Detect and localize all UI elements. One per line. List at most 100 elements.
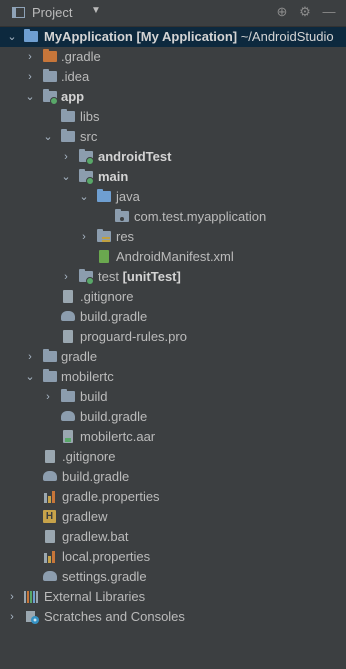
tree-item-external-libraries[interactable]: › External Libraries xyxy=(0,587,346,607)
tree-item-label: build.gradle xyxy=(62,469,130,484)
tree-item-mobilertc-aar[interactable]: mobilertc.aar xyxy=(0,427,346,447)
library-icon xyxy=(24,590,38,603)
package-dot-icon xyxy=(120,217,124,221)
gradle-icon xyxy=(43,471,57,481)
tree-item-label: res xyxy=(116,229,135,244)
tree-item-label: .idea xyxy=(61,69,90,84)
tree-item-androidtest[interactable]: › androidTest xyxy=(0,147,346,167)
resources-icon xyxy=(102,237,110,247)
tree-item-label: .gitignore xyxy=(80,289,134,304)
tree-item-label: androidTest xyxy=(98,149,172,164)
tree-item-manifest[interactable]: AndroidManifest.xml xyxy=(0,247,346,267)
tree-item-label: Scratches and Consoles xyxy=(44,609,185,624)
properties-file-icon xyxy=(44,491,56,503)
source-folder-icon xyxy=(97,189,111,202)
tree-item-res[interactable]: › res xyxy=(0,227,346,247)
tree-item-app-gitignore[interactable]: .gitignore xyxy=(0,287,346,307)
chevron-down-icon[interactable]: ⌄ xyxy=(78,187,90,207)
tree-item-gradle-properties[interactable]: gradle.properties xyxy=(0,487,346,507)
source-set-badge-icon xyxy=(86,157,94,165)
tree-item-test[interactable]: › test [unitTest] xyxy=(0,267,346,287)
folder-icon xyxy=(43,349,57,362)
chevron-right-icon[interactable]: › xyxy=(6,587,18,607)
minimize-icon[interactable]: — xyxy=(322,5,336,19)
tree-item-root-build-gradle[interactable]: build.gradle xyxy=(0,467,346,487)
chevron-right-icon[interactable]: › xyxy=(24,67,36,87)
tree-item-label: test xyxy=(98,269,119,284)
project-panel-icon xyxy=(12,7,25,18)
chevron-right-icon[interactable]: › xyxy=(24,47,36,67)
tree-item-label: .gitignore xyxy=(62,449,116,464)
text-file-icon xyxy=(45,530,55,543)
root-name: MyApplication xyxy=(44,29,133,44)
chevron-down-icon[interactable]: ⌄ xyxy=(42,127,54,147)
tree-item-label: mobilertc xyxy=(61,369,114,384)
text-file-icon xyxy=(63,330,73,343)
tree-item-settings-gradle[interactable]: settings.gradle xyxy=(0,567,346,587)
root-module: [My Application] xyxy=(136,29,238,44)
tree-item-local-properties[interactable]: local.properties xyxy=(0,547,346,567)
tree-item-label: settings.gradle xyxy=(62,569,147,584)
tree-item-scratches[interactable]: › Scratches and Consoles xyxy=(0,607,346,627)
chevron-right-icon[interactable]: › xyxy=(42,387,54,407)
gear-icon[interactable]: ⚙ xyxy=(298,5,312,19)
tree-item-package[interactable]: com.test.myapplication xyxy=(0,207,346,227)
tree-item-idea-dir[interactable]: › .idea xyxy=(0,67,346,87)
chevron-right-icon[interactable]: › xyxy=(24,347,36,367)
folder-icon xyxy=(43,369,57,382)
root-path: ~/AndroidStudio xyxy=(240,29,334,44)
tree-item-label: build.gradle xyxy=(80,309,148,324)
folder-icon xyxy=(61,129,75,142)
tree-item-src[interactable]: ⌄ src xyxy=(0,127,346,147)
chevron-down-icon[interactable]: ⌄ xyxy=(60,167,72,187)
tree-item-gradlew-bat[interactable]: gradlew.bat xyxy=(0,527,346,547)
module-folder-icon xyxy=(24,29,38,42)
tree-item-label: main xyxy=(98,169,129,184)
locate-icon[interactable]: ⊕ xyxy=(275,5,289,19)
tree-item-label: src xyxy=(80,129,98,144)
manifest-file-icon xyxy=(99,250,109,263)
source-set-badge-icon xyxy=(86,277,94,285)
tree-item-proguard[interactable]: proguard-rules.pro xyxy=(0,327,346,347)
tree-item-label: gradle.properties xyxy=(62,489,160,504)
chevron-down-icon[interactable]: ⌄ xyxy=(6,27,18,47)
tree-item-label: app xyxy=(61,89,85,104)
tree-item-label: gradlew xyxy=(62,509,108,524)
tree-item-label: local.properties xyxy=(62,549,151,564)
chevron-right-icon[interactable]: › xyxy=(78,227,90,247)
test-suffix: [unitTest] xyxy=(122,269,181,284)
tree-item-gradle[interactable]: › gradle xyxy=(0,347,346,367)
tree-item-label: build.gradle xyxy=(80,409,148,424)
chevron-down-icon[interactable]: ▼ xyxy=(91,5,101,16)
tree-item-gradle-dir[interactable]: › .gradle xyxy=(0,47,346,67)
chevron-down-icon[interactable]: ⌄ xyxy=(24,87,36,107)
tree-item-label: java xyxy=(116,189,140,204)
tree-item-root[interactable]: ⌄ MyApplication [My Application] ~/Andro… xyxy=(0,27,346,47)
folder-icon xyxy=(61,389,75,402)
tree-item-mobilertc-build-gradle[interactable]: build.gradle xyxy=(0,407,346,427)
tree-item-label: External Libraries xyxy=(44,589,146,604)
tree-item-libs[interactable]: libs xyxy=(0,107,346,127)
tree-item-mobilertc[interactable]: ⌄ mobilertc xyxy=(0,367,346,387)
folder-icon xyxy=(61,109,75,122)
gradle-icon xyxy=(61,311,75,321)
tree-item-label: AndroidManifest.xml xyxy=(116,249,234,264)
folder-icon xyxy=(43,49,57,62)
tree-item-main[interactable]: ⌄ main xyxy=(0,167,346,187)
tree-item-java[interactable]: ⌄ java xyxy=(0,187,346,207)
chevron-right-icon[interactable]: › xyxy=(60,267,72,287)
chevron-down-icon[interactable]: ⌄ xyxy=(24,367,36,387)
tree-item-app[interactable]: ⌄ app xyxy=(0,87,346,107)
chevron-right-icon[interactable]: › xyxy=(60,147,72,167)
tree-item-label: .gradle xyxy=(61,49,101,64)
tree-item-root-gitignore[interactable]: .gitignore xyxy=(0,447,346,467)
tree-item-label: build xyxy=(80,389,108,404)
tree-item-label: proguard-rules.pro xyxy=(80,329,187,344)
gitignore-file-icon xyxy=(63,290,73,303)
tree-item-gradlew[interactable]: H gradlew xyxy=(0,507,346,527)
tree-item-label: com.test.myapplication xyxy=(134,209,267,224)
tree-item-build[interactable]: › build xyxy=(0,387,346,407)
panel-title[interactable]: Project xyxy=(32,5,72,20)
tree-item-app-build-gradle[interactable]: build.gradle xyxy=(0,307,346,327)
chevron-right-icon[interactable]: › xyxy=(6,607,18,627)
